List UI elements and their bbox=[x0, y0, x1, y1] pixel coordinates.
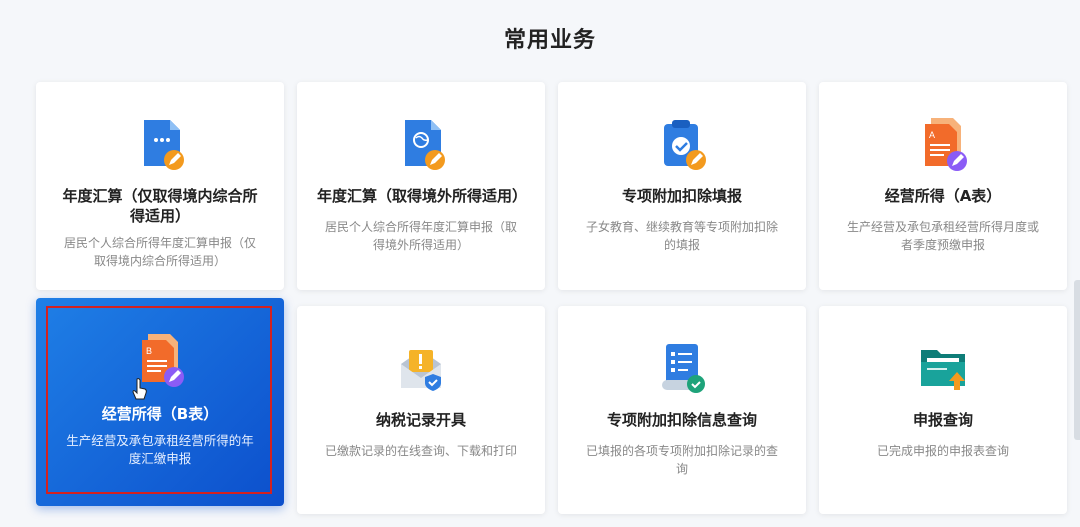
card-title: 纳税记录开具 bbox=[375, 411, 466, 429]
card-description: 已完成申报的申报表查询 bbox=[876, 444, 1009, 458]
svg-text:B: B bbox=[146, 346, 152, 356]
card-description: 生产经营及承包承租经营所得的年度汇缴申报 bbox=[66, 433, 254, 466]
card-title: 专项附加扣除信息查询 bbox=[606, 411, 757, 429]
annual-settlement-domestic-icon bbox=[144, 120, 184, 170]
card-description: 已填报的各项专项附加扣除记录的查询 bbox=[585, 444, 778, 476]
document-a-icon: A bbox=[925, 118, 967, 171]
card-description: 居民个人综合所得年度汇算申报（取得境外所得适用） bbox=[324, 220, 517, 252]
card-title: 经营所得（B表） bbox=[101, 405, 219, 423]
card-description: 已缴款记录的在线查询、下载和打印 bbox=[324, 444, 517, 458]
card-tax-record-issuance[interactable]: 纳税记录开具 已缴款记录的在线查询、下载和打印 bbox=[297, 306, 545, 514]
card-description: 生产经营及承包承租经营所得月度或者季度预缴申报 bbox=[846, 220, 1039, 252]
card-title: 专项附加扣除填报 bbox=[621, 187, 742, 205]
hand-cursor-icon bbox=[132, 378, 147, 400]
card-special-deduction-query[interactable]: 专项附加扣除信息查询 已填报的各项专项附加扣除记录的查询 bbox=[558, 306, 806, 514]
card-business-income-a[interactable]: A 经营所得（A表） 生产经营及承包承租经营所得月度或者季度预缴申报 bbox=[819, 82, 1067, 290]
clipboard-check-icon bbox=[664, 120, 706, 170]
card-annual-settlement-domestic[interactable]: 年度汇算（仅取得境内综合所得适用） 居民个人综合所得年度汇算申报（仅取得境内综合… bbox=[36, 82, 284, 290]
card-business-income-b[interactable]: B 经营所得（B表） 生产经营及承包承租经营所得的年度汇缴申报 bbox=[36, 298, 284, 506]
card-description: 居民个人综合所得年度汇算申报（仅取得境内综合所得适用） bbox=[63, 236, 256, 268]
card-description: 子女教育、继续教育等专项附加扣除的填报 bbox=[585, 220, 778, 252]
svg-text:A: A bbox=[929, 130, 935, 140]
tax-record-envelope-icon bbox=[401, 350, 441, 391]
card-annual-settlement-overseas[interactable]: 年度汇算（取得境外所得适用） 居民个人综合所得年度汇算申报（取得境外所得适用） bbox=[297, 82, 545, 290]
annual-settlement-overseas-icon bbox=[405, 120, 445, 170]
scrollbar[interactable] bbox=[1074, 280, 1080, 440]
card-title: 经营所得（A表） bbox=[884, 187, 1002, 205]
card-declaration-query[interactable]: 申报查询 已完成申报的申报表查询 bbox=[819, 306, 1067, 514]
checklist-scroll-icon bbox=[662, 344, 705, 393]
card-title: 年度汇算（取得境外所得适用） bbox=[317, 187, 528, 205]
card-title: 申报查询 bbox=[912, 411, 973, 429]
card-title: 年度汇算（仅取得境内综合所得适用） bbox=[62, 187, 258, 225]
card-special-deduction-fill[interactable]: 专项附加扣除填报 子女教育、继续教育等专项附加扣除的填报 bbox=[558, 82, 806, 290]
folder-upload-icon bbox=[921, 350, 965, 390]
page-title: 常用业务 bbox=[503, 28, 596, 53]
